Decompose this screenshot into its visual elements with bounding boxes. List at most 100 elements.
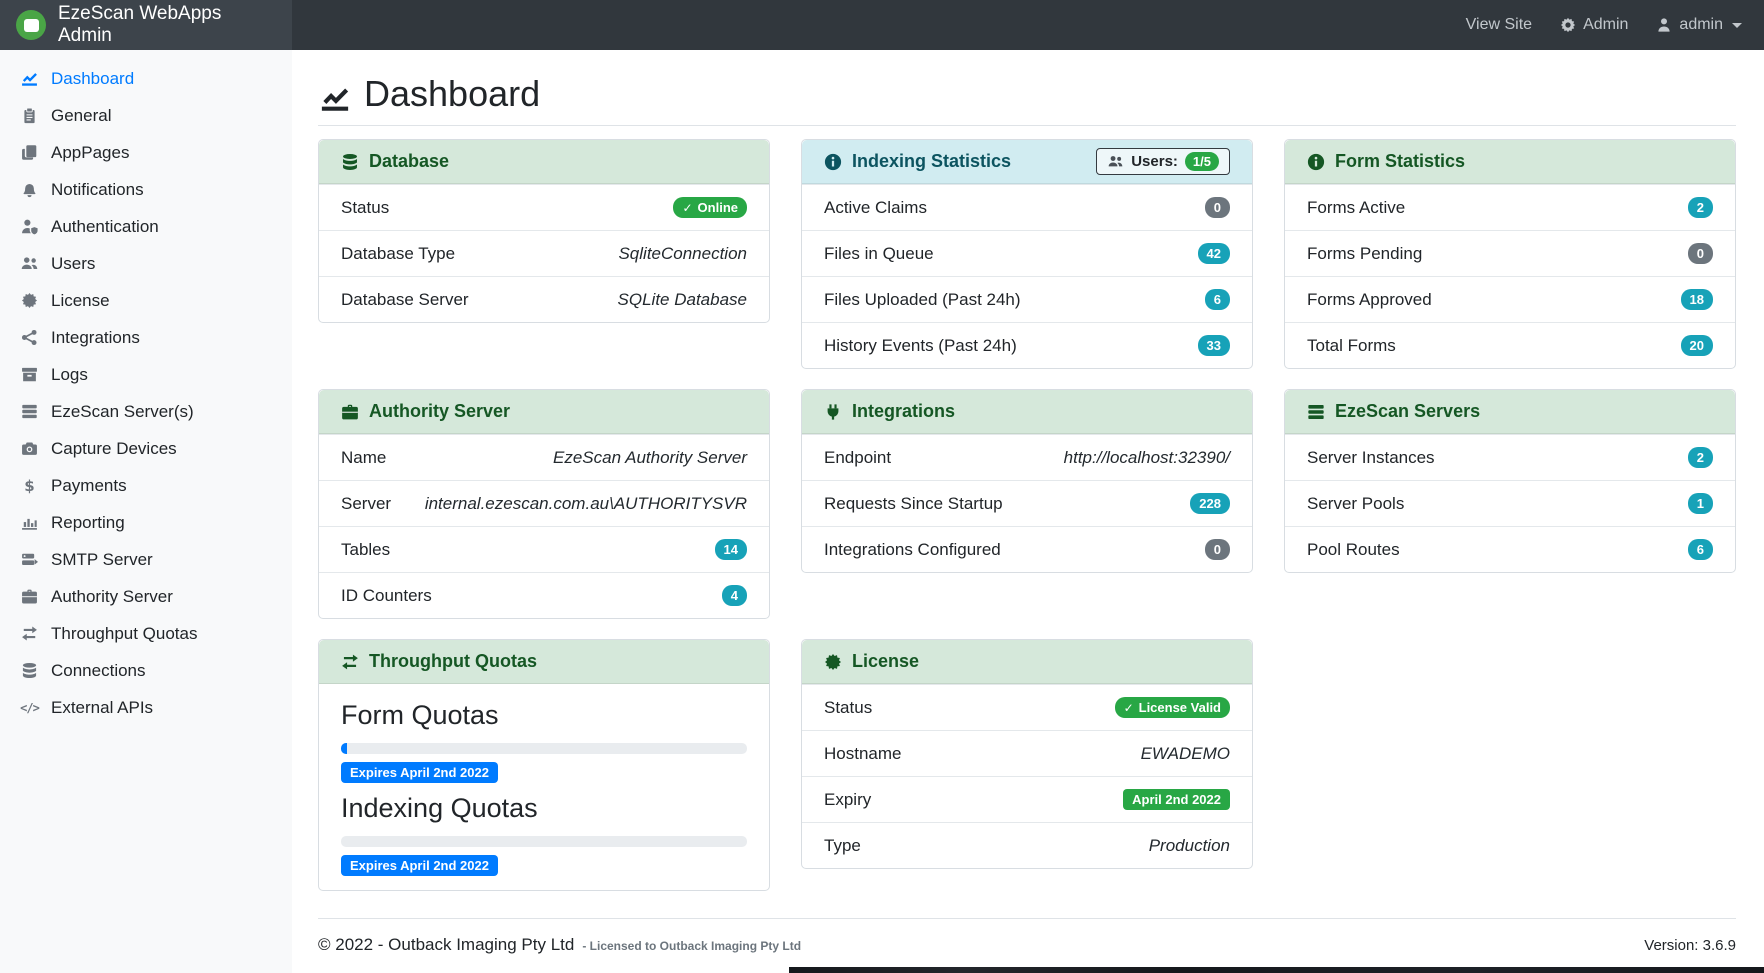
main-content: Dashboard Database Status ✓Online Databa…	[292, 50, 1764, 973]
clipboard-icon	[20, 107, 39, 124]
archive-box-icon	[20, 366, 39, 383]
expiry-badge: April 2nd 2022	[1123, 789, 1230, 810]
sidebar-item-integrations[interactable]: Integrations	[0, 319, 292, 356]
sidebar-item-label: Users	[51, 254, 95, 274]
table-row: History Events (Past 24h) 33	[802, 322, 1252, 368]
row-label: Expiry	[824, 790, 871, 810]
users-icon	[20, 255, 39, 272]
table-row: Requests Since Startup 228	[802, 480, 1252, 526]
server-stack-icon	[20, 403, 39, 420]
sidebar-item-label: License	[51, 291, 110, 311]
count-badge: 18	[1681, 289, 1713, 310]
sidebar-item-general[interactable]: General	[0, 97, 292, 134]
user-icon	[1656, 17, 1672, 33]
row-label: Database Type	[341, 244, 455, 264]
dashboard-card-grid: Database Status ✓Online Database Type Sq…	[318, 139, 1736, 891]
sidebar-item-ezescan-servers[interactable]: EzeScan Server(s)	[0, 393, 292, 430]
sidebar-item-label: Payments	[51, 476, 127, 496]
row-label: Server Instances	[1307, 448, 1435, 468]
users-count-button[interactable]: Users: 1/5	[1096, 148, 1230, 175]
smtp-server-icon	[20, 551, 39, 568]
sidebar-item-throughput-quotas[interactable]: Throughput Quotas	[0, 615, 292, 652]
table-row: Endpoint http://localhost:32390/	[802, 434, 1252, 480]
sidebar-item-label: General	[51, 106, 111, 126]
app-title: EzeScan WebApps Admin	[58, 3, 276, 47]
row-label: Pool Routes	[1307, 540, 1400, 560]
sidebar-item-label: EzeScan Server(s)	[51, 402, 194, 422]
divider	[318, 125, 1736, 126]
sidebar-item-label: SMTP Server	[51, 550, 153, 570]
row-label: Files Uploaded (Past 24h)	[824, 290, 1021, 310]
certificate-icon	[824, 653, 842, 671]
count-badge: 42	[1198, 243, 1230, 264]
sidebar-item-label: External APIs	[51, 698, 153, 718]
sidebar-item-label: Notifications	[51, 180, 144, 200]
admin-link[interactable]: Admin	[1560, 16, 1628, 34]
row-label: Requests Since Startup	[824, 494, 1003, 514]
table-row: ID Counters 4	[319, 572, 769, 618]
gear-icon	[1560, 17, 1576, 33]
card-title: Form Statistics	[1335, 151, 1465, 172]
users-count-badge: 1/5	[1185, 152, 1219, 171]
app-brand[interactable]: EzeScan WebApps Admin	[0, 0, 292, 50]
background-window-edge	[789, 967, 1764, 973]
count-badge: 2	[1688, 197, 1713, 218]
sidebar-item-authority-server[interactable]: Authority Server	[0, 578, 292, 615]
sidebar-item-users[interactable]: Users	[0, 245, 292, 282]
database-card: Database Status ✓Online Database Type Sq…	[318, 139, 770, 323]
bell-icon	[20, 181, 39, 198]
row-value: EzeScan Authority Server	[553, 448, 747, 468]
caret-down-icon	[1732, 23, 1742, 28]
sidebar-item-label: Throughput Quotas	[51, 624, 197, 644]
row-label: Server Pools	[1307, 494, 1404, 514]
sidebar-item-capture-devices[interactable]: Capture Devices	[0, 430, 292, 467]
sidebar-item-external-apis[interactable]: </> External APIs	[0, 689, 292, 726]
row-value: internal.ezescan.com.au\AUTHORITYSVR	[425, 494, 747, 514]
sidebar-item-connections[interactable]: Connections	[0, 652, 292, 689]
version-text: Version: 3.6.9	[1644, 937, 1736, 954]
sidebar-item-reporting[interactable]: Reporting	[0, 504, 292, 541]
card-title: Database	[369, 151, 449, 172]
row-label: Files in Queue	[824, 244, 934, 264]
indexing-quotas-progress-bar	[341, 836, 747, 847]
table-row: Total Forms 20	[1285, 322, 1735, 368]
row-label: Status	[824, 698, 872, 718]
sidebar-item-license[interactable]: License	[0, 282, 292, 319]
copyright-text: © 2022 - Outback Imaging Pty Ltd	[318, 935, 574, 955]
row-label: Tables	[341, 540, 390, 560]
form-statistics-card-header: Form Statistics	[1285, 140, 1735, 184]
sidebar-item-label: Authority Server	[51, 587, 173, 607]
sidebar-item-label: Authentication	[51, 217, 159, 237]
database-icon	[341, 153, 359, 171]
throughput-quotas-card: Throughput Quotas Form Quotas Expires Ap…	[318, 639, 770, 891]
sidebar-item-apppages[interactable]: AppPages	[0, 134, 292, 171]
admin-label: Admin	[1583, 16, 1628, 34]
integrations-card: Integrations Endpoint http://localhost:3…	[801, 389, 1253, 573]
card-title: Integrations	[852, 401, 955, 422]
indexing-statistics-card: Indexing Statistics Users: 1/5 Active Cl…	[801, 139, 1253, 369]
expiry-badge: Expires April 2nd 2022	[341, 762, 498, 783]
ezescan-servers-card-header: EzeScan Servers	[1285, 390, 1735, 434]
user-menu[interactable]: admin	[1656, 16, 1742, 34]
sidebar-item-logs[interactable]: Logs	[0, 356, 292, 393]
progress-fill	[341, 743, 347, 754]
page-title: Dashboard	[318, 72, 1736, 115]
chart-line-icon	[318, 79, 352, 109]
row-value: EWADEMO	[1141, 744, 1230, 764]
table-row: Forms Active 2	[1285, 184, 1735, 230]
sidebar-item-payments[interactable]: $ Payments	[0, 467, 292, 504]
sidebar-item-label: Logs	[51, 365, 88, 385]
table-row: Database Server SQLite Database	[319, 276, 769, 322]
view-site-link[interactable]: View Site	[1466, 16, 1532, 34]
sidebar-item-dashboard[interactable]: Dashboard	[0, 60, 292, 97]
row-label: Type	[824, 836, 861, 856]
check-icon: ✓	[1124, 702, 1134, 714]
sidebar-item-smtp-server[interactable]: SMTP Server	[0, 541, 292, 578]
sidebar-item-label: AppPages	[51, 143, 129, 163]
table-row: Status ✓License Valid	[802, 684, 1252, 730]
row-label: Integrations Configured	[824, 540, 1001, 560]
sidebar-item-label: Dashboard	[51, 69, 134, 89]
form-quotas-progress-bar	[341, 743, 747, 754]
sidebar-item-authentication[interactable]: Authentication	[0, 208, 292, 245]
sidebar-item-notifications[interactable]: Notifications	[0, 171, 292, 208]
